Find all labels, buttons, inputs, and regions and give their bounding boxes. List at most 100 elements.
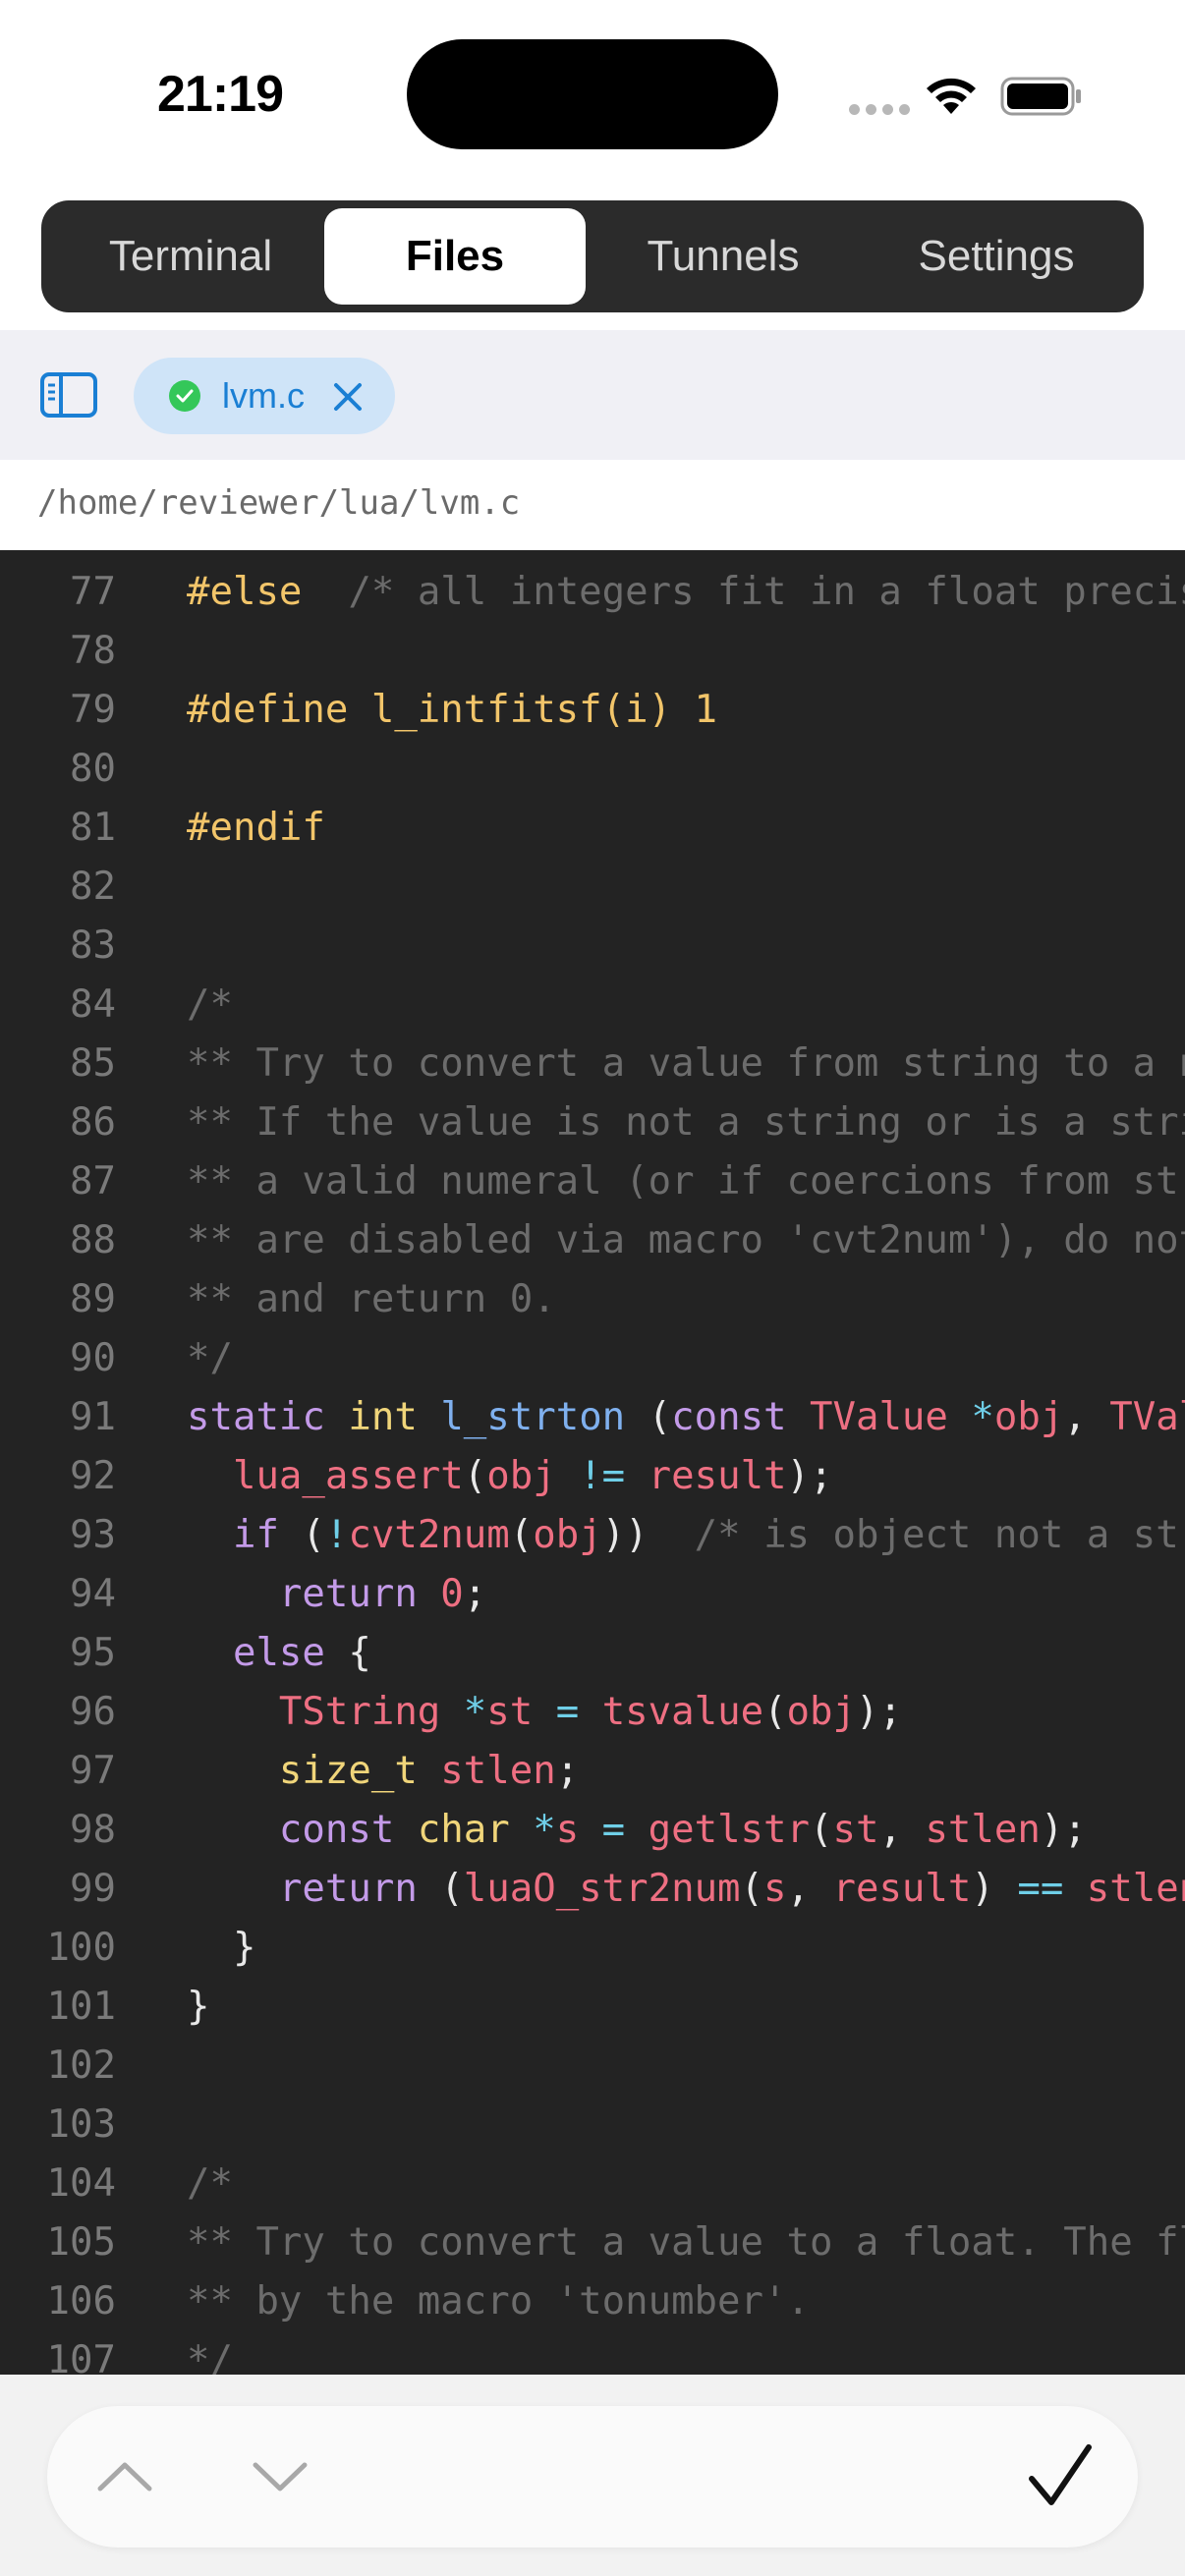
main-tab-bar: Terminal Files Tunnels Settings — [41, 200, 1144, 312]
file-tab-lvm-c[interactable]: lvm.c — [134, 358, 395, 434]
code-token: obj — [486, 1454, 556, 1498]
code-token: ); — [786, 1454, 833, 1498]
code-token: st — [832, 1808, 879, 1852]
line-number: 100 — [46, 1926, 116, 1970]
code-line: 107 */ — [0, 2330, 1185, 2375]
code-editor[interactable]: 77 #else /* all integers fit in a float p… — [0, 550, 1185, 2375]
code-line: 78 — [0, 621, 1185, 680]
code-token: * — [971, 1395, 994, 1439]
open-files-strip: lvm.c — [0, 330, 1185, 460]
line-source: } — [187, 1926, 256, 1970]
line-number: 95 — [70, 1631, 116, 1675]
code-token: , — [878, 1808, 926, 1852]
code-token: ** are disabled via macro 'cvt2num'), do… — [187, 1218, 1185, 1262]
line-source: ** Try to convert a value to a float. Th… — [187, 2220, 1185, 2265]
code-token: obj — [993, 1395, 1064, 1439]
line-number: 78 — [70, 629, 116, 673]
line-source: #endif — [187, 806, 325, 850]
code-token: * — [463, 1690, 487, 1734]
code-line: 103 — [0, 2095, 1185, 2154]
code-token: ** Try to convert a value from string to… — [187, 1041, 1185, 1086]
code-token: * — [533, 1808, 556, 1852]
code-token: /* is object not a string? */ — [694, 1513, 1185, 1557]
line-source: lua_assert(obj != result); — [187, 1454, 833, 1498]
code-token: luaO_str2num — [463, 1867, 741, 1911]
dynamic-island — [407, 39, 778, 149]
line-number: 96 — [70, 1690, 116, 1734]
code-line: 96 TString *st = tsvalue(obj); — [0, 1682, 1185, 1741]
chevron-up-icon[interactable] — [90, 2447, 159, 2506]
code-token: else — [232, 1631, 325, 1675]
line-number: 97 — [70, 1749, 116, 1793]
line-number: 102 — [46, 2044, 116, 2088]
tab-files[interactable]: Files — [324, 208, 586, 305]
line-number: 91 — [70, 1395, 116, 1439]
tab-tunnels[interactable]: Tunnels — [592, 208, 855, 305]
bottom-toolbar-area — [0, 2375, 1185, 2576]
code-token: #define l_intfitsf(i) 1 — [187, 688, 718, 732]
code-token: ( — [278, 1513, 325, 1557]
code-token: return — [278, 1867, 418, 1911]
code-line: 90 */ — [0, 1328, 1185, 1387]
line-number: 83 — [70, 924, 116, 968]
wifi-icon — [927, 78, 976, 114]
tab-terminal[interactable]: Terminal — [59, 208, 322, 305]
code-token: getlstr — [648, 1808, 811, 1852]
code-token: #else — [187, 570, 303, 614]
code-token: ** by the macro 'tonumber'. — [187, 2279, 810, 2324]
code-token: stlen — [925, 1808, 1041, 1852]
code-token: */ — [187, 2338, 233, 2375]
line-source: /* — [187, 2161, 233, 2206]
line-source: return (luaO_str2num(s, result) == stlen… — [187, 1867, 1185, 1911]
cellular-signal-icon — [849, 104, 910, 115]
code-line: 97 size_t stlen; — [0, 1741, 1185, 1800]
code-token: cvt2num — [348, 1513, 510, 1557]
code-line: 83 — [0, 916, 1185, 975]
code-token: s — [763, 1867, 787, 1911]
code-token: stlen — [440, 1749, 556, 1793]
sidebar-toggle-icon[interactable] — [39, 371, 98, 419]
tab-settings[interactable]: Settings — [863, 208, 1130, 305]
line-number: 90 — [70, 1336, 116, 1380]
checkmark-icon[interactable] — [1026, 2441, 1095, 2512]
chevron-down-icon[interactable] — [246, 2447, 314, 2506]
line-number: 99 — [70, 1867, 116, 1911]
line-number: 81 — [70, 806, 116, 850]
line-source: ** Try to convert a value from string to… — [187, 1041, 1185, 1086]
code-token: ** If the value is not a string or is a … — [187, 1100, 1185, 1145]
code-token: ( — [810, 1808, 833, 1852]
code-token: /* — [187, 2161, 233, 2206]
code-line: 98 const char *s = getlstr(st, stlen); — [0, 1800, 1185, 1859]
code-token: int — [348, 1395, 418, 1439]
code-token: ** and return 0. — [187, 1277, 556, 1321]
code-line: 80 — [0, 739, 1185, 798]
code-line: 106 ** by the macro 'tonumber'. — [0, 2271, 1185, 2330]
close-icon[interactable] — [330, 379, 366, 415]
code-token: ** Try to convert a value to a float. Th… — [187, 2220, 1185, 2265]
code-token: , — [1063, 1395, 1110, 1439]
code-token: const — [278, 1808, 395, 1852]
line-source: } — [187, 1985, 209, 2029]
line-number: 103 — [46, 2102, 116, 2147]
code-token: lua_assert — [232, 1454, 464, 1498]
line-source: ** by the macro 'tonumber'. — [187, 2279, 810, 2324]
code-line: 87 ** a valid numeral (or if coercions fr… — [0, 1151, 1185, 1210]
code-token: = — [601, 1808, 626, 1852]
line-source: static int l_strton (const TValue *obj, … — [187, 1395, 1185, 1439]
battery-icon — [1000, 77, 1081, 116]
code-token: st — [486, 1690, 534, 1734]
code-line: 81 #endif — [0, 798, 1185, 857]
line-source: /* — [187, 982, 233, 1027]
code-token: ( — [763, 1690, 787, 1734]
line-source: if (!cvt2num(obj)) /* is object not a st… — [187, 1513, 1185, 1557]
line-number: 77 — [70, 570, 116, 614]
